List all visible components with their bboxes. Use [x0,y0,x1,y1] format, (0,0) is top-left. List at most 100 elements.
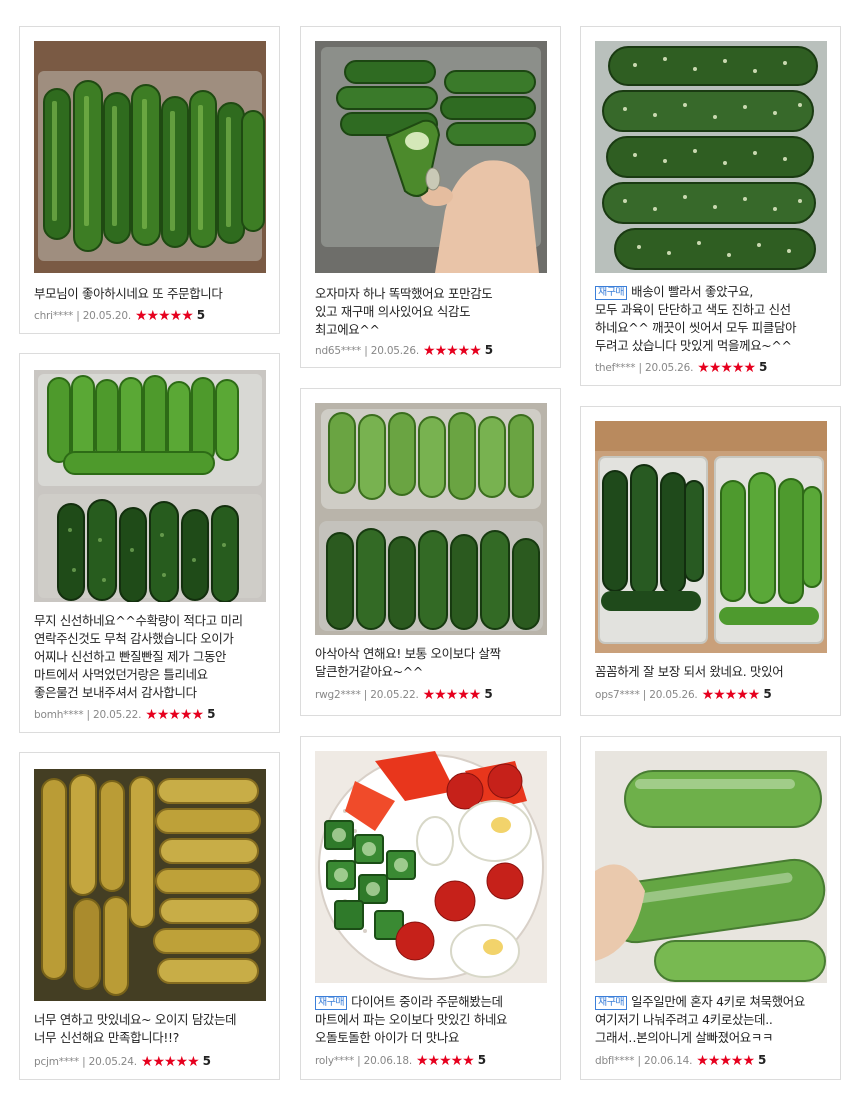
review-text-line: 그래서‥본의아니게 살빠졌어요ㅋㅋ [595,1030,774,1045]
review-photo[interactable] [595,421,827,653]
star-rating: ★★★★★ [140,1054,200,1070]
review-text-line: 좋은물건 보내주셔서 감사합니다 [34,685,197,700]
review-text-line: 하네요^^ 깨끗이 씻어서 모두 피클담아 [595,320,797,335]
review-photo[interactable] [34,41,266,273]
review-card[interactable]: 오자마자 하나 똑딱했어요 포만감도 있고 재구매 의사있어요 식감도 최고에요… [300,26,561,368]
review-text-line: 마트에서 파는 오이보다 맛있긴 하네요 [315,1012,508,1027]
review-photo[interactable] [315,41,547,273]
repurchase-badge: 재구매 [595,996,628,1010]
review-meta: nd65**** | 20.05.26. ★★★★★ 5 [315,343,493,359]
review-text: 재구매 배송이 빨라서 좋았구요, 모두 과육이 단단하고 색도 진하고 신선 하… [595,283,830,355]
review-card[interactable]: 너무 연하고 맛있네요~ 오이지 담갔는데 너무 신선해요 만족합니다!!? p… [19,752,280,1080]
review-text-line: 재구매 일주일만에 혼자 4키로 쳐묵했어요 [595,993,830,1011]
review-text-line: 오돌토돌한 아이가 더 맛나요 [315,1030,460,1045]
review-meta: chri**** | 20.05.20. ★★★★★ 5 [34,308,205,324]
review-card[interactable]: 재구매 다이어트 중이라 주문해봤는데 마트에서 파는 오이보다 맛있긴 하네요 … [300,736,561,1080]
author-name: thef**** [595,362,636,374]
repurchase-badge: 재구매 [595,286,628,300]
review-text: 무지 신선하네요^^수확량이 적다고 미리 연락주신것도 무척 감사했습니다 오… [34,612,269,702]
review-text: 재구매 일주일만에 혼자 4키로 쳐묵했어요 여기저기 나눠주려고 4키로샀는데.… [595,993,830,1047]
review-card[interactable]: 재구매 일주일만에 혼자 4키로 쳐묵했어요 여기저기 나눠주려고 4키로샀는데.… [580,736,841,1080]
stacked-prickly-cucumbers-photo [595,41,827,273]
review-text-line: 아삭아삭 연해요! 보통 오이보다 살짝 [315,646,501,661]
review-meta: rwg2**** | 20.05.22. ★★★★★ 5 [315,687,493,703]
review-meta: pcjm**** | 20.05.24. ★★★★★ 5 [34,1054,211,1070]
review-photo[interactable] [315,751,547,983]
author-name: bomh**** [34,709,84,721]
review-card[interactable]: 부모님이 좋아하시네요 또 주문합니다 chri**** | 20.05.20.… [19,26,280,334]
review-text-line: 두려고 샀습니다 맛있게 먹을께요~^^ [595,338,792,353]
review-card[interactable]: 아삭아삭 연해요! 보통 오이보다 살짝 달큰한거같아요~^^ rwg2****… [300,388,561,716]
star-rating: ★★★★★ [145,707,204,723]
review-text-line: 오자마자 하나 똑딱했어요 포만감도 [315,286,493,301]
review-text-line: 최고에요^^ [315,322,380,337]
review-text-line: 너무 연하고 맛있네요~ 오이지 담갔는데 [34,1012,237,1027]
review-text: 아삭아삭 연해요! 보통 오이보다 살짝 달큰한거같아요~^^ [315,645,550,681]
review-date: 20.05.26. [370,345,420,357]
review-photo[interactable] [315,403,547,635]
review-date: 20.05.22. [370,689,419,701]
hand-holding-bitten-cucumber-photo [315,41,547,273]
cucumbers-in-clear-tray-photo [34,41,266,273]
rating-score: 5 [759,360,768,374]
two-cucumber-boxes-photo [595,421,827,653]
rating-score: 5 [207,707,216,721]
star-rating: ★★★★★ [696,1053,755,1069]
author-name: ops7**** [595,689,640,701]
rating-score: 5 [477,1053,486,1067]
review-text-line: 일주일만에 혼자 4키로 쳐묵했어요 [631,994,805,1009]
review-date: 20.06.18. [363,1055,412,1067]
author-name: chri**** [34,310,74,322]
review-card[interactable]: 재구매 배송이 빨라서 좋았구요, 모두 과육이 단단하고 색도 진하고 신선 하… [580,26,841,386]
rating-score: 5 [484,343,493,357]
review-text-line: 달큰한거같아요~^^ [315,664,423,679]
star-rating: ★★★★★ [701,687,761,703]
review-text: 재구매 다이어트 중이라 주문해봤는데 마트에서 파는 오이보다 맛있긴 하네요 … [315,993,550,1047]
author-name: dbfl**** [595,1055,635,1067]
review-card[interactable]: 꼼꼼하게 잘 보장 되서 왔네요. 맛있어 ops7**** | 20.05.2… [580,406,841,716]
review-meta: dbfl**** | 20.06.14. ★★★★★ 5 [595,1053,767,1069]
review-text-line: 배송이 빨라서 좋았구요, [631,284,754,299]
author-name: nd65**** [315,345,362,357]
review-meta: roly**** | 20.06.18. ★★★★★ 5 [315,1053,486,1069]
cucumber-packs-on-floor-photo [315,403,547,635]
review-text: 너무 연하고 맛있네요~ 오이지 담갔는데 너무 신선해요 만족합니다!!? [34,1011,269,1047]
review-meta: thef**** | 20.05.26. ★★★★★ 5 [595,360,768,376]
review-text-line: 무지 신선하네요^^수확량이 적다고 미리 [34,613,243,628]
author-name: rwg2**** [315,689,361,701]
review-text-line: 너무 신선해요 만족합니다!!? [34,1030,179,1045]
star-rating: ★★★★★ [697,360,756,376]
review-date: 20.05.26. [649,689,698,701]
review-date: 20.05.24. [88,1056,137,1068]
review-date: 20.05.22. [93,709,142,721]
review-text-line: 있고 재구매 의사있어요 식감도 [315,304,471,319]
review-text: 부모님이 좋아하시네요 또 주문합니다 [34,285,269,303]
review-date: 20.05.20. [82,310,131,322]
review-text-line: 다이어트 중이라 주문해봤는데 [351,994,503,1009]
review-date: 20.05.26. [644,362,694,374]
review-photo[interactable] [34,370,266,602]
rating-score: 5 [196,308,205,322]
rating-score: 5 [758,1053,767,1067]
review-meta: ops7**** | 20.05.26. ★★★★★ 5 [595,687,772,703]
star-rating: ★★★★★ [423,343,482,359]
rating-score: 5 [484,687,493,701]
pickled-cucumbers-in-brine-photo [34,769,266,1001]
repurchase-badge: 재구매 [315,996,348,1010]
review-text: 꼼꼼하게 잘 보장 되서 왔네요. 맛있어 [595,663,830,681]
star-rating: ★★★★★ [415,1053,475,1069]
rating-score: 5 [763,687,772,701]
cucumbers-in-plastic-bag-photo [595,751,827,983]
review-text-line: 재구매 배송이 빨라서 좋았구요, [595,283,830,301]
star-rating: ★★★★★ [134,308,194,324]
review-meta: bomh**** | 20.05.22. ★★★★★ 5 [34,707,216,723]
review-date: 20.06.14. [643,1055,693,1067]
review-text: 오자마자 하나 똑딱했어요 포만감도 있고 재구매 의사있어요 식감도 최고에요… [315,285,550,339]
review-photo[interactable] [34,769,266,1001]
two-trays-of-cucumbers-photo [34,370,266,602]
review-photo[interactable] [595,751,827,983]
review-photo[interactable] [595,41,827,273]
review-text-line: 부모님이 좋아하시네요 또 주문합니다 [34,286,223,301]
review-card[interactable]: 무지 신선하네요^^수확량이 적다고 미리 연락주신것도 무척 감사했습니다 오… [19,353,280,733]
review-text-line: 마트에서 사먹었던거랑은 틀리네요 [34,667,208,682]
